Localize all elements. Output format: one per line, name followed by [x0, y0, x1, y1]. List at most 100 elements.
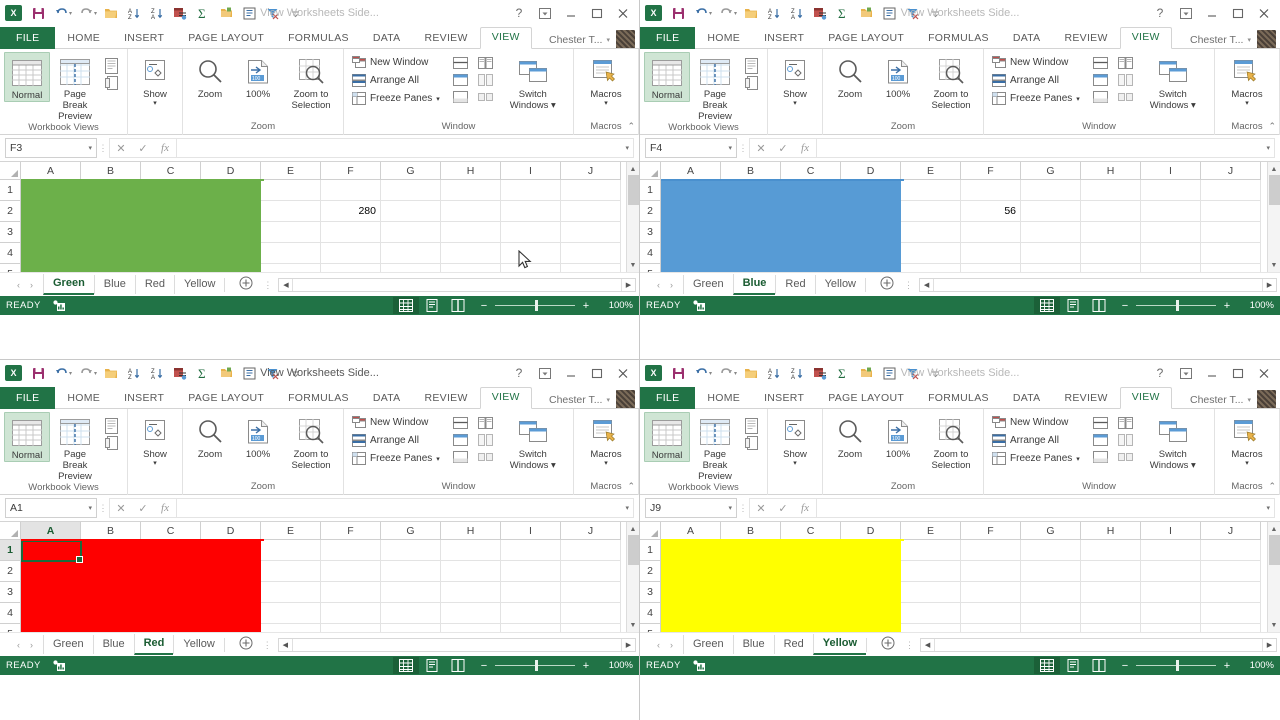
ribbon-tab-insert[interactable]: INSERT [112, 388, 176, 409]
cell-H3[interactable] [441, 222, 501, 243]
freeze-panes-button[interactable]: Freeze Panes ▾ [988, 90, 1083, 107]
synchronous-scrolling-icon[interactable] [1116, 432, 1135, 447]
cell-J2[interactable] [1201, 201, 1261, 222]
chevron-down-icon[interactable]: ▾ [1247, 396, 1251, 404]
cell-G5[interactable] [1021, 624, 1081, 632]
cell-E3[interactable] [901, 222, 961, 243]
cell-J1[interactable] [1201, 180, 1261, 201]
filled-range-A1:D5[interactable] [661, 540, 901, 632]
window-controls[interactable]: ? [507, 3, 635, 23]
ribbon-tab-insert[interactable]: INSERT [752, 388, 816, 409]
window-controls[interactable]: ? [1148, 363, 1276, 383]
chevron-down-icon[interactable]: ▾ [1247, 36, 1251, 44]
customize-quick-access-toolbar-icon[interactable] [284, 3, 306, 23]
scroll-up-icon[interactable]: ▲ [1271, 163, 1278, 175]
sheet-nav-next-icon[interactable]: › [670, 640, 673, 650]
close-icon[interactable] [611, 363, 635, 383]
cell-H1[interactable] [1081, 180, 1141, 201]
redo-icon[interactable] [75, 3, 97, 23]
page-layout-view-icon[interactable] [742, 417, 761, 434]
ribbon-tab-file[interactable]: FILE [0, 27, 56, 49]
sort-ascending-icon[interactable]: AZ [763, 3, 785, 23]
sheet-nav-next-icon[interactable]: › [30, 640, 33, 650]
column-header-C[interactable]: C [141, 162, 201, 180]
ribbon-tab-data[interactable]: DATA [361, 28, 413, 49]
cell-F3[interactable] [321, 582, 381, 603]
chevron-down-icon[interactable]: ▾ [1245, 460, 1249, 467]
enter-icon[interactable]: ✓ [132, 499, 154, 517]
filter-icon[interactable] [261, 3, 283, 23]
view-side-by-side-icon[interactable] [476, 55, 495, 70]
row-header-4[interactable]: 4 [640, 603, 661, 624]
zoom-button[interactable]: Zoom [187, 412, 233, 460]
cell-J3[interactable] [1201, 582, 1261, 603]
undo-icon[interactable] [690, 3, 712, 23]
column-header-A[interactable]: A [661, 162, 721, 180]
zoom-slider-track[interactable] [1132, 297, 1220, 314]
column-headers[interactable]: ABCDEFGHIJ [0, 522, 626, 540]
formula-bar-resize-handle[interactable]: ⋮ [737, 504, 749, 513]
page-layout-view-icon[interactable] [742, 57, 761, 74]
vertical-scroll-thumb[interactable] [627, 535, 639, 565]
quick-access-toolbar[interactable]: ▾ ▾ AZ ZA Σ [27, 3, 306, 23]
chevron-down-icon[interactable]: ▾ [551, 100, 556, 111]
page-break-preview-icon[interactable] [1086, 297, 1112, 314]
quick-access-toolbar[interactable]: ▾ ▾ AZ ZA Σ [667, 363, 946, 383]
cell-I3[interactable] [501, 582, 561, 603]
vertical-scrollbar[interactable]: ▲ ▼ [626, 162, 639, 272]
collapse-ribbon-icon[interactable]: ⌃ [1268, 481, 1276, 492]
name-box[interactable]: J9 ▾ [645, 498, 737, 518]
ribbon[interactable]: Normal Page Break Preview Workbook Views… [640, 49, 1280, 135]
page-layout-view-icon[interactable] [419, 657, 445, 674]
customize-quick-access-toolbar-icon[interactable] [284, 363, 306, 383]
column-header-A[interactable]: A [21, 522, 81, 540]
cell-E3[interactable] [261, 582, 321, 603]
collapse-ribbon-icon[interactable]: ⌃ [627, 481, 635, 492]
sheet-tab-blue[interactable]: Blue [93, 275, 135, 294]
column-header-D[interactable]: D [841, 522, 901, 540]
arrange-all-button[interactable]: Arrange All [988, 432, 1083, 449]
split-icon[interactable] [451, 415, 470, 430]
scroll-down-icon[interactable]: ▼ [630, 259, 637, 271]
cell-J2[interactable] [1201, 561, 1261, 582]
sheet-tab-red[interactable]: Red [133, 634, 174, 655]
zoom-out-button[interactable]: − [477, 300, 491, 312]
cell-H5[interactable] [1081, 264, 1141, 272]
column-header-J[interactable]: J [1201, 522, 1261, 540]
customize-quick-access-toolbar-icon[interactable] [924, 3, 946, 23]
macros-button[interactable]: Macros ▾ [578, 52, 634, 107]
cell-G5[interactable] [381, 264, 441, 272]
undo-icon[interactable] [690, 363, 712, 383]
view-side-by-side-icon[interactable] [1116, 415, 1135, 430]
cell-E4[interactable] [261, 603, 321, 624]
row-header-5[interactable]: 5 [640, 264, 661, 272]
sort-descending-icon[interactable]: ZA [786, 363, 808, 383]
cell-E3[interactable] [901, 582, 961, 603]
hide-window-icon[interactable] [1091, 72, 1110, 87]
scroll-right-icon[interactable]: ▶ [1262, 278, 1276, 291]
split-icon[interactable] [1091, 55, 1110, 70]
cell-H1[interactable] [441, 540, 501, 561]
cell-G1[interactable] [381, 540, 441, 561]
formula-bar-resize-handle[interactable]: ⋮ [737, 144, 749, 153]
arrange-all-button[interactable]: Arrange All [988, 72, 1083, 89]
column-header-H[interactable]: H [1081, 162, 1141, 180]
user-account[interactable]: Chester T... ▾ [1190, 30, 1280, 49]
cell-J2[interactable] [561, 201, 621, 222]
page-layout-view-icon[interactable] [1060, 297, 1086, 314]
zoom-slider[interactable]: − + [1118, 657, 1234, 674]
horizontal-scroll-track[interactable] [293, 278, 621, 291]
macros-button[interactable]: Macros ▾ [1219, 412, 1275, 467]
view-side-by-side-icon[interactable] [1116, 55, 1135, 70]
zoom-level[interactable]: 100% [1240, 300, 1274, 311]
cell-E1[interactable] [901, 180, 961, 201]
chevron-down-icon[interactable]: ▾ [88, 144, 92, 152]
sheet-nav-prev-icon[interactable]: ‹ [17, 280, 20, 290]
arrange-all-button[interactable]: Arrange All [348, 72, 443, 89]
cell-F1[interactable] [961, 540, 1021, 561]
view-side-by-side-icon[interactable] [476, 415, 495, 430]
ribbon[interactable]: Normal Page Break Preview Workbook Views… [0, 409, 639, 495]
cell-J5[interactable] [561, 264, 621, 272]
grid-main[interactable]: ABCDEFGHIJ 12345 56 [640, 162, 1267, 272]
insert-function-icon[interactable]: fx [154, 499, 176, 517]
